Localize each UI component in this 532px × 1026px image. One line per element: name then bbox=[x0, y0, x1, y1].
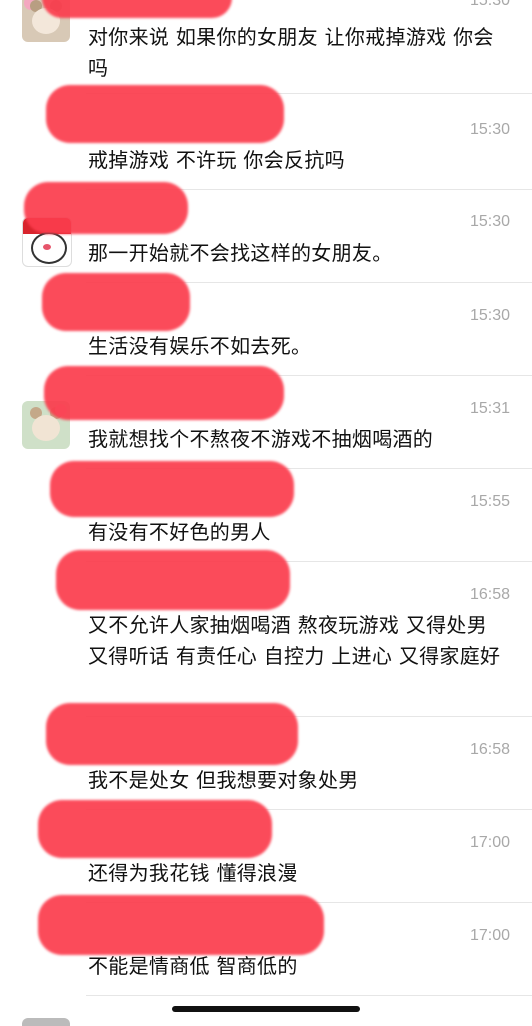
message-time: 16:58 bbox=[469, 586, 510, 603]
message-text: 有没有不好色的男人 bbox=[88, 520, 271, 544]
message-text: 不能是情商低 智商低的 bbox=[88, 954, 298, 978]
redacted-sender-name bbox=[42, 0, 232, 18]
home-indicator[interactable] bbox=[172, 1006, 360, 1012]
message-time: 17:00 bbox=[469, 834, 510, 851]
message-time: 16:58 bbox=[469, 741, 510, 758]
message-text: 对你来说 如果你的女朋友 让你戒掉游戏 你会吗 bbox=[88, 25, 494, 80]
message-item[interactable]: 15:30 那一开始就不会找这样的女朋友。 bbox=[0, 182, 532, 283]
message-time: 15:30 bbox=[469, 121, 510, 138]
message-time: 15:30 bbox=[469, 0, 510, 9]
message-time: 15:30 bbox=[469, 307, 510, 324]
redacted-sender-name bbox=[50, 461, 294, 517]
message-text: 还得为我花钱 懂得浪漫 bbox=[88, 861, 298, 885]
redacted-sender-name bbox=[38, 895, 324, 955]
message-item[interactable]: 15:31 我就想找个不熬夜不游戏不抽烟喝酒的 bbox=[0, 366, 532, 469]
redacted-sender-name bbox=[38, 800, 272, 858]
message-item[interactable]: 17:00 不能是情商低 智商低的 bbox=[0, 895, 532, 996]
redacted-sender-name bbox=[46, 703, 298, 765]
message-text: 那一开始就不会找这样的女朋友。 bbox=[88, 241, 393, 265]
redacted-sender-name bbox=[42, 273, 190, 331]
redacted-sender-name bbox=[56, 550, 290, 610]
message-item[interactable]: 16:58 又不允许人家抽烟喝酒 熬夜玩游戏 又得处男 又得听话 有责任心 自控… bbox=[0, 550, 532, 717]
message-text: 生活没有娱乐不如去死。 bbox=[88, 334, 312, 358]
message-text: 我不是处女 但我想要对象处男 bbox=[88, 768, 359, 792]
message-text: 又不允许人家抽烟喝酒 熬夜玩游戏 又得处男 又得听话 有责任心 自控力 上进心 … bbox=[88, 613, 501, 668]
message-time: 17:00 bbox=[469, 927, 510, 944]
message-time: 15:31 bbox=[469, 400, 510, 417]
divider bbox=[86, 995, 532, 996]
message-item[interactable]: 15:55 有没有不好色的男人 bbox=[0, 461, 532, 562]
redacted-sender-name bbox=[44, 366, 284, 420]
redacted-sender-name bbox=[24, 182, 188, 234]
next-avatar-partial bbox=[22, 1018, 70, 1026]
message-item[interactable]: 15:30 戒掉游戏 不许玩 你会反抗吗 bbox=[0, 85, 532, 190]
message-text: 戒掉游戏 不许玩 你会反抗吗 bbox=[88, 148, 345, 172]
message-item[interactable]: 15:30 生活没有娱乐不如去死。 bbox=[0, 273, 532, 376]
message-item[interactable]: 15:30 对你来说 如果你的女朋友 让你戒掉游戏 你会吗 bbox=[0, 0, 532, 95]
message-time: 15:30 bbox=[469, 213, 510, 230]
message-item[interactable]: 16:58 我不是处女 但我想要对象处男 bbox=[0, 703, 532, 810]
message-time: 15:55 bbox=[469, 493, 510, 510]
redacted-sender-name bbox=[46, 85, 284, 143]
message-item[interactable]: 17:00 还得为我花钱 懂得浪漫 bbox=[0, 800, 532, 903]
message-text: 我就想找个不熬夜不游戏不抽烟喝酒的 bbox=[88, 427, 434, 451]
